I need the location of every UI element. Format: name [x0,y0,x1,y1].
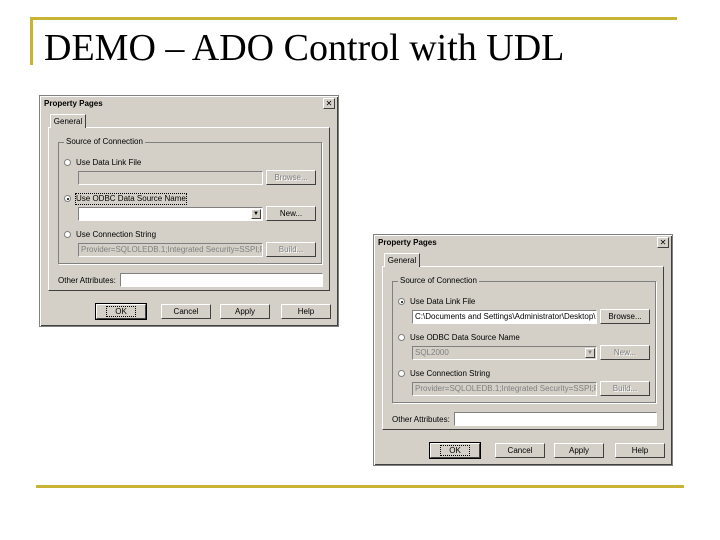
data-link-file-input[interactable] [78,171,263,185]
apply-button[interactable]: Apply [554,443,604,458]
ok-button-label: OK [440,445,470,456]
radio-odbc-dsn[interactable] [64,195,71,202]
title-rule-top [30,17,677,20]
group-title: Source of Connection [64,136,145,147]
other-attributes-input[interactable] [120,273,323,287]
close-icon[interactable]: ✕ [323,98,335,109]
connection-string-input[interactable]: Provider=SQLOLEDB.1;Integrated Security=… [412,382,597,396]
new-button[interactable]: New... [600,345,650,360]
chevron-down-icon[interactable]: ▼ [251,209,261,219]
dialog-titlebar: Property Pages ✕ [376,237,670,249]
radio-odbc-dsn[interactable] [398,334,405,341]
dialog-title: Property Pages [378,238,437,247]
odbc-dsn-select[interactable]: SQL2000 ▼ [412,346,597,360]
footer-rule [36,485,684,488]
other-attributes-label: Other Attributes: [392,415,450,424]
label-connection-string: Use Connection String [410,369,491,378]
label-connection-string: Use Connection String [76,230,157,239]
new-button[interactable]: New... [266,206,316,221]
odbc-dsn-select[interactable]: ▼ [78,207,263,221]
slide-title: DEMO – ADO Control with UDL [44,27,565,69]
build-button[interactable]: Build... [266,242,316,257]
ok-button-label: OK [106,306,136,317]
property-pages-dialog-odbc: Property Pages ✕ General Source of Conne… [39,95,339,327]
apply-button[interactable]: Apply [220,304,270,319]
cancel-button[interactable]: Cancel [161,304,211,319]
dialog-titlebar: Property Pages ✕ [42,98,336,110]
dialog-title: Property Pages [44,99,103,108]
label-data-link-file: Use Data Link File [410,297,476,306]
connection-string-input[interactable]: Provider=SQLOLEDB.1;Integrated Security=… [78,243,263,257]
browse-button[interactable]: Browse... [600,309,650,324]
radio-data-link-file[interactable] [398,298,405,305]
other-attributes-label: Other Attributes: [58,276,116,285]
label-odbc-dsn: Use ODBC Data Source Name [410,333,520,342]
build-button[interactable]: Build... [600,381,650,396]
radio-data-link-file[interactable] [64,159,71,166]
other-attributes-input[interactable] [454,412,657,426]
cancel-button[interactable]: Cancel [495,443,545,458]
radio-connection-string[interactable] [398,370,405,377]
group-title: Source of Connection [398,275,479,286]
odbc-dsn-value: SQL2000 [415,348,449,357]
tab-general[interactable]: General [384,253,420,267]
title-rule-left [30,17,33,65]
tab-general[interactable]: General [50,114,86,128]
radio-connection-string[interactable] [64,231,71,238]
chevron-down-icon[interactable]: ▼ [585,348,595,358]
label-odbc-dsn: Use ODBC Data Source Name [75,193,187,205]
close-icon[interactable]: ✕ [657,237,669,248]
label-data-link-file: Use Data Link File [76,158,142,167]
ok-button[interactable]: OK [429,442,481,459]
data-link-file-input[interactable]: C:\Documents and Settings\Administrator\… [412,310,597,324]
help-button[interactable]: Help [281,304,331,319]
help-button[interactable]: Help [615,443,665,458]
ok-button[interactable]: OK [95,303,147,320]
browse-button[interactable]: Browse... [266,170,316,185]
property-pages-dialog-data-link: Property Pages ✕ General Source of Conne… [373,234,673,466]
